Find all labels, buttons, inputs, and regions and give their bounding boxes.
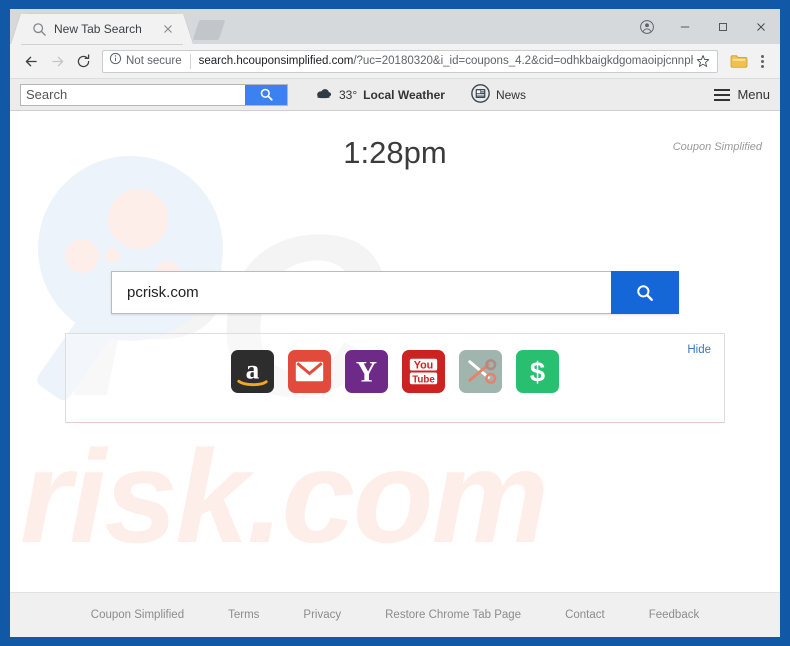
three-dots-icon[interactable] bbox=[752, 54, 772, 68]
back-arrow-icon[interactable] bbox=[18, 48, 44, 74]
info-circle-icon bbox=[109, 52, 122, 70]
footer-link-terms[interactable]: Terms bbox=[228, 609, 259, 621]
tab-title: New Tab Search bbox=[54, 22, 142, 36]
watermark-dot bbox=[105, 248, 120, 263]
minimize-button[interactable] bbox=[666, 9, 704, 44]
svg-text:a: a bbox=[246, 354, 260, 384]
url-text: search.hcouponsimplified.com/?uc=2018032… bbox=[199, 55, 693, 67]
extension-toolbar: 33° Local Weather News bbox=[10, 79, 780, 111]
profile-avatar-icon[interactable] bbox=[628, 9, 666, 44]
main-search-button[interactable] bbox=[611, 271, 679, 314]
main-search-field[interactable] bbox=[111, 271, 611, 314]
url-path: /?uc=20180320&i_id=coupons_4.2&cid=odhkb… bbox=[353, 55, 693, 67]
window-controls bbox=[628, 9, 780, 44]
page-content: PC risk.com 1:28pm Coupon Simplified pcr… bbox=[10, 111, 780, 637]
footer-link-contact[interactable]: Contact bbox=[565, 609, 605, 621]
security-indicator[interactable]: Not secure bbox=[109, 52, 182, 70]
svg-text:Y: Y bbox=[356, 356, 377, 388]
folder-extension-icon[interactable] bbox=[730, 53, 748, 69]
shortcut-deals[interactable]: $ bbox=[516, 350, 559, 393]
newspaper-icon bbox=[471, 83, 490, 106]
watermark-dot bbox=[65, 239, 99, 273]
cloud-icon bbox=[314, 88, 333, 102]
svg-text:$: $ bbox=[530, 356, 545, 387]
footer-link-feedback[interactable]: Feedback bbox=[649, 609, 700, 621]
gmail-envelope-icon bbox=[295, 361, 324, 382]
shortcut-coupons[interactable] bbox=[459, 350, 502, 393]
main-search-box[interactable] bbox=[111, 271, 679, 314]
star-icon[interactable] bbox=[693, 54, 713, 68]
page-brand: Coupon Simplified bbox=[672, 141, 762, 153]
security-label: Not secure bbox=[126, 55, 182, 67]
new-tab-button[interactable] bbox=[192, 20, 226, 40]
shortcuts-row: a Y You Tube $ bbox=[66, 350, 724, 393]
shortcut-youtube[interactable]: You Tube bbox=[402, 350, 445, 393]
main-search-input[interactable] bbox=[127, 284, 611, 301]
dollar-icon: $ bbox=[530, 356, 545, 387]
footer-link-privacy[interactable]: Privacy bbox=[303, 609, 341, 621]
scissors-coupon-icon bbox=[468, 359, 497, 384]
amazon-icon: a bbox=[237, 354, 268, 387]
footer-link-coupon-simplified[interactable]: Coupon Simplified bbox=[91, 609, 184, 621]
page-footer: Coupon Simplified Terms Privacy Restore … bbox=[10, 592, 780, 637]
close-button[interactable] bbox=[742, 9, 780, 44]
search-icon bbox=[32, 22, 47, 37]
search-button[interactable] bbox=[245, 84, 287, 105]
youtube-icon: You Tube bbox=[409, 358, 438, 385]
svg-text:Tube: Tube bbox=[412, 374, 435, 385]
omnibox-divider bbox=[189, 53, 191, 69]
search-input[interactable] bbox=[21, 84, 245, 105]
weather-temperature: 33° bbox=[339, 87, 358, 102]
shortcut-gmail[interactable] bbox=[288, 350, 331, 393]
news-label: News bbox=[495, 87, 526, 102]
browser-tab[interactable]: New Tab Search bbox=[22, 14, 182, 44]
magnifier-icon bbox=[637, 284, 653, 301]
news-link[interactable]: News bbox=[471, 83, 526, 106]
toolbar-menu-button[interactable]: Menu bbox=[714, 87, 770, 102]
local-weather-link[interactable]: 33° Local Weather bbox=[314, 88, 445, 102]
navigation-bar: Not secure search.hcouponsimplified.com/… bbox=[10, 44, 780, 79]
magnifier-icon bbox=[260, 88, 273, 101]
menu-label: Menu bbox=[737, 87, 770, 102]
yahoo-icon: Y bbox=[356, 356, 377, 388]
chrome-browser: New Tab Search Not secure search.hcoupon… bbox=[10, 9, 780, 637]
maximize-button[interactable] bbox=[704, 9, 742, 44]
clock: 1:28pm bbox=[343, 135, 447, 170]
url-host: search.hcouponsimplified.com bbox=[198, 55, 354, 67]
watermark-dot bbox=[108, 189, 168, 249]
address-bar[interactable]: Not secure search.hcouponsimplified.com/… bbox=[102, 49, 718, 73]
hamburger-icon bbox=[714, 88, 731, 101]
close-icon[interactable] bbox=[160, 21, 176, 37]
watermark-risk: risk.com bbox=[20, 423, 549, 570]
shortcuts-panel: Hide a Y You Tube $ bbox=[65, 333, 725, 423]
svg-text:You: You bbox=[414, 360, 434, 372]
weather-label: Local Weather bbox=[363, 87, 445, 102]
toolbar-search-box[interactable] bbox=[20, 83, 288, 106]
shortcut-yahoo[interactable]: Y bbox=[345, 350, 388, 393]
browser-window: New Tab Search Not secure search.hcoupon… bbox=[0, 0, 790, 646]
reload-icon[interactable] bbox=[70, 48, 96, 74]
forward-arrow-icon bbox=[44, 48, 70, 74]
tab-strip: New Tab Search bbox=[10, 9, 780, 44]
shortcut-amazon[interactable]: a bbox=[231, 350, 274, 393]
footer-link-restore-chrome-tab-page[interactable]: Restore Chrome Tab Page bbox=[385, 609, 521, 621]
